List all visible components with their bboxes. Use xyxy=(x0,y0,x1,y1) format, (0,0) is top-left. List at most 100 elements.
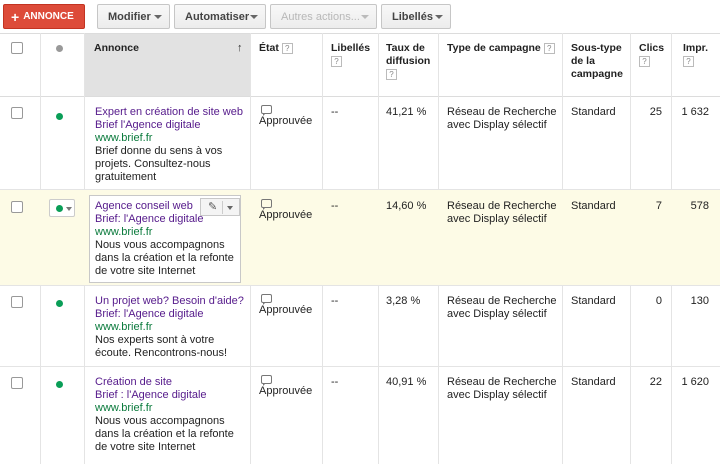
campaign-type-line2: avec Display sélectif xyxy=(447,119,547,131)
impressions-cell: 1 620 xyxy=(681,376,709,388)
ad-description-2: projets. Consultez-nous xyxy=(95,158,211,170)
status-cell: Approuvée xyxy=(259,294,312,317)
column-header-clics[interactable]: Clics ? xyxy=(639,42,664,68)
column-header-etat[interactable]: État ? xyxy=(259,42,293,55)
taux-label-line2: diffusion xyxy=(386,55,431,67)
sort-up-arrow-icon[interactable]: ↑ xyxy=(237,42,243,54)
ad-headline-2: Brief : l'Agence digitale xyxy=(95,389,207,401)
help-icon[interactable]: ? xyxy=(331,55,342,67)
serving-rate-cell: 40,91 % xyxy=(386,376,427,388)
ad-description-3: de votre site Internet xyxy=(95,441,196,453)
labels-cell: -- xyxy=(331,295,339,307)
ad-preview: Expert en création de site web Brief l'A… xyxy=(95,106,243,184)
comment-bubble-icon[interactable] xyxy=(261,375,272,386)
ad-headline-link[interactable]: Agence conseil web xyxy=(95,200,234,213)
row-checkbox[interactable] xyxy=(11,377,23,389)
ad-description-2: dans la création et la refonte xyxy=(95,428,234,440)
ad-headline-2: Brief: l'Agence digitale xyxy=(95,308,204,320)
ad-headline-link[interactable]: Expert en création de site web xyxy=(95,106,243,119)
clicks-cell: 22 xyxy=(649,376,662,388)
help-icon[interactable]: ? xyxy=(386,68,397,80)
enabled-status-dot-icon[interactable] xyxy=(56,113,63,120)
campaign-type-cell: Réseau de Recherche avec Display sélecti… xyxy=(447,106,556,132)
new-ad-button[interactable]: + ANNONCE xyxy=(3,4,85,29)
column-header-type[interactable]: Type de campagne ? xyxy=(447,42,555,55)
row-checkbox[interactable] xyxy=(11,201,23,213)
column-header-impr[interactable]: Impr. ? xyxy=(683,42,708,68)
impressions-cell: 1 632 xyxy=(681,106,709,118)
column-header-taux[interactable]: Taux de diffusion ? xyxy=(386,42,430,81)
comment-bubble-icon[interactable] xyxy=(261,199,272,210)
ad-display-url: www.brief.fr xyxy=(95,132,153,144)
ad-description-1: Nous vous accompagnons xyxy=(95,239,225,251)
campaign-type-cell: Réseau de Recherche avec Display sélecti… xyxy=(447,200,556,226)
status-text: Approuvée xyxy=(259,115,313,127)
status-header-dot-icon xyxy=(56,45,63,52)
impressions-cell: 130 xyxy=(690,295,709,307)
column-header-libelles[interactable]: Libellés ? xyxy=(331,42,370,68)
ad-headline-link[interactable]: Création de site xyxy=(95,376,234,389)
taux-label-line1: Taux de xyxy=(386,42,425,54)
toolbar: + ANNONCE Modifier Automatiser Autres ac… xyxy=(0,0,720,34)
plus-icon: + xyxy=(11,8,20,25)
campaign-type-line2: avec Display sélectif xyxy=(447,213,547,225)
type-label: Type de campagne xyxy=(447,42,541,54)
serving-rate-cell: 14,60 % xyxy=(386,200,427,212)
modify-label: Modifier xyxy=(108,10,151,23)
clicks-cell: 7 xyxy=(655,200,662,212)
comment-bubble-icon[interactable] xyxy=(261,105,272,116)
help-icon[interactable]: ? xyxy=(639,55,650,67)
ad-display-url: www.brief.fr xyxy=(95,402,153,414)
status-text: Approuvée xyxy=(259,385,313,397)
help-icon[interactable]: ? xyxy=(281,42,293,54)
comment-bubble-icon[interactable] xyxy=(261,294,272,305)
ad-display-url: www.brief.fr xyxy=(95,226,153,238)
ad-headline-2: Brief l'Agence digitale xyxy=(95,119,201,131)
help-icon[interactable]: ? xyxy=(543,42,555,54)
campaign-type-line1: Réseau de Recherche xyxy=(447,200,557,212)
column-header-annonce[interactable]: Annonce xyxy=(94,42,139,55)
status-dropdown[interactable] xyxy=(49,199,75,217)
chevron-down-icon xyxy=(435,15,443,19)
campaign-type-line2: avec Display sélectif xyxy=(447,308,547,320)
ad-description-1: Brief donne du sens à vos xyxy=(95,145,223,157)
ad-description-1: Nous vous accompagnons xyxy=(95,415,225,427)
chevron-down-icon xyxy=(250,15,258,19)
chevron-down-icon xyxy=(66,207,72,211)
impressions-cell: 578 xyxy=(690,200,709,212)
help-icon[interactable]: ? xyxy=(683,55,694,67)
campaign-type-line1: Réseau de Recherche xyxy=(447,376,557,388)
enabled-status-dot-icon[interactable] xyxy=(56,381,63,388)
campaign-type-line2: avec Display sélectif xyxy=(447,389,547,401)
ad-display-url: www.brief.fr xyxy=(95,321,153,333)
ad-description-2: dans la création et la refonte xyxy=(95,252,234,264)
row-checkbox[interactable] xyxy=(11,296,23,308)
enabled-status-dot-icon[interactable] xyxy=(56,300,63,307)
ad-preview: Un projet web? Besoin d'aide? Brief: l'A… xyxy=(95,295,244,360)
automate-button[interactable]: Automatiser xyxy=(174,4,266,29)
clicks-cell: 25 xyxy=(649,106,662,118)
select-all-checkbox[interactable] xyxy=(11,42,23,54)
ad-description-1: Nos experts sont à votre xyxy=(95,334,215,346)
automate-label: Automatiser xyxy=(185,10,250,23)
status-cell: Approuvée xyxy=(259,199,312,222)
new-ad-label: ANNONCE xyxy=(23,11,74,22)
ad-description-3: gratuitement xyxy=(95,171,157,183)
sous-type-label-line1: Sous-type xyxy=(571,42,622,54)
libelles-label: Libellés xyxy=(331,42,371,54)
sous-type-label-line3: campagne xyxy=(571,68,623,80)
campaign-type-line1: Réseau de Recherche xyxy=(447,295,557,307)
status-text: Approuvée xyxy=(259,209,313,221)
row-checkbox[interactable] xyxy=(11,107,23,119)
campaign-type-cell: Réseau de Recherche avec Display sélecti… xyxy=(447,376,556,402)
modify-button[interactable]: Modifier xyxy=(97,4,170,29)
status-cell: Approuvée xyxy=(259,375,312,398)
other-actions-button[interactable]: Autres actions... xyxy=(270,4,377,29)
status-text: Approuvée xyxy=(259,304,313,316)
column-header-sous-type[interactable]: Sous-type de la campagne xyxy=(571,42,623,81)
labels-button[interactable]: Libellés xyxy=(381,4,451,29)
labels-cell: -- xyxy=(331,376,339,388)
serving-rate-cell: 41,21 % xyxy=(386,106,427,118)
ad-headline-link[interactable]: Un projet web? Besoin d'aide? xyxy=(95,295,244,308)
enabled-status-dot-icon xyxy=(56,205,63,212)
